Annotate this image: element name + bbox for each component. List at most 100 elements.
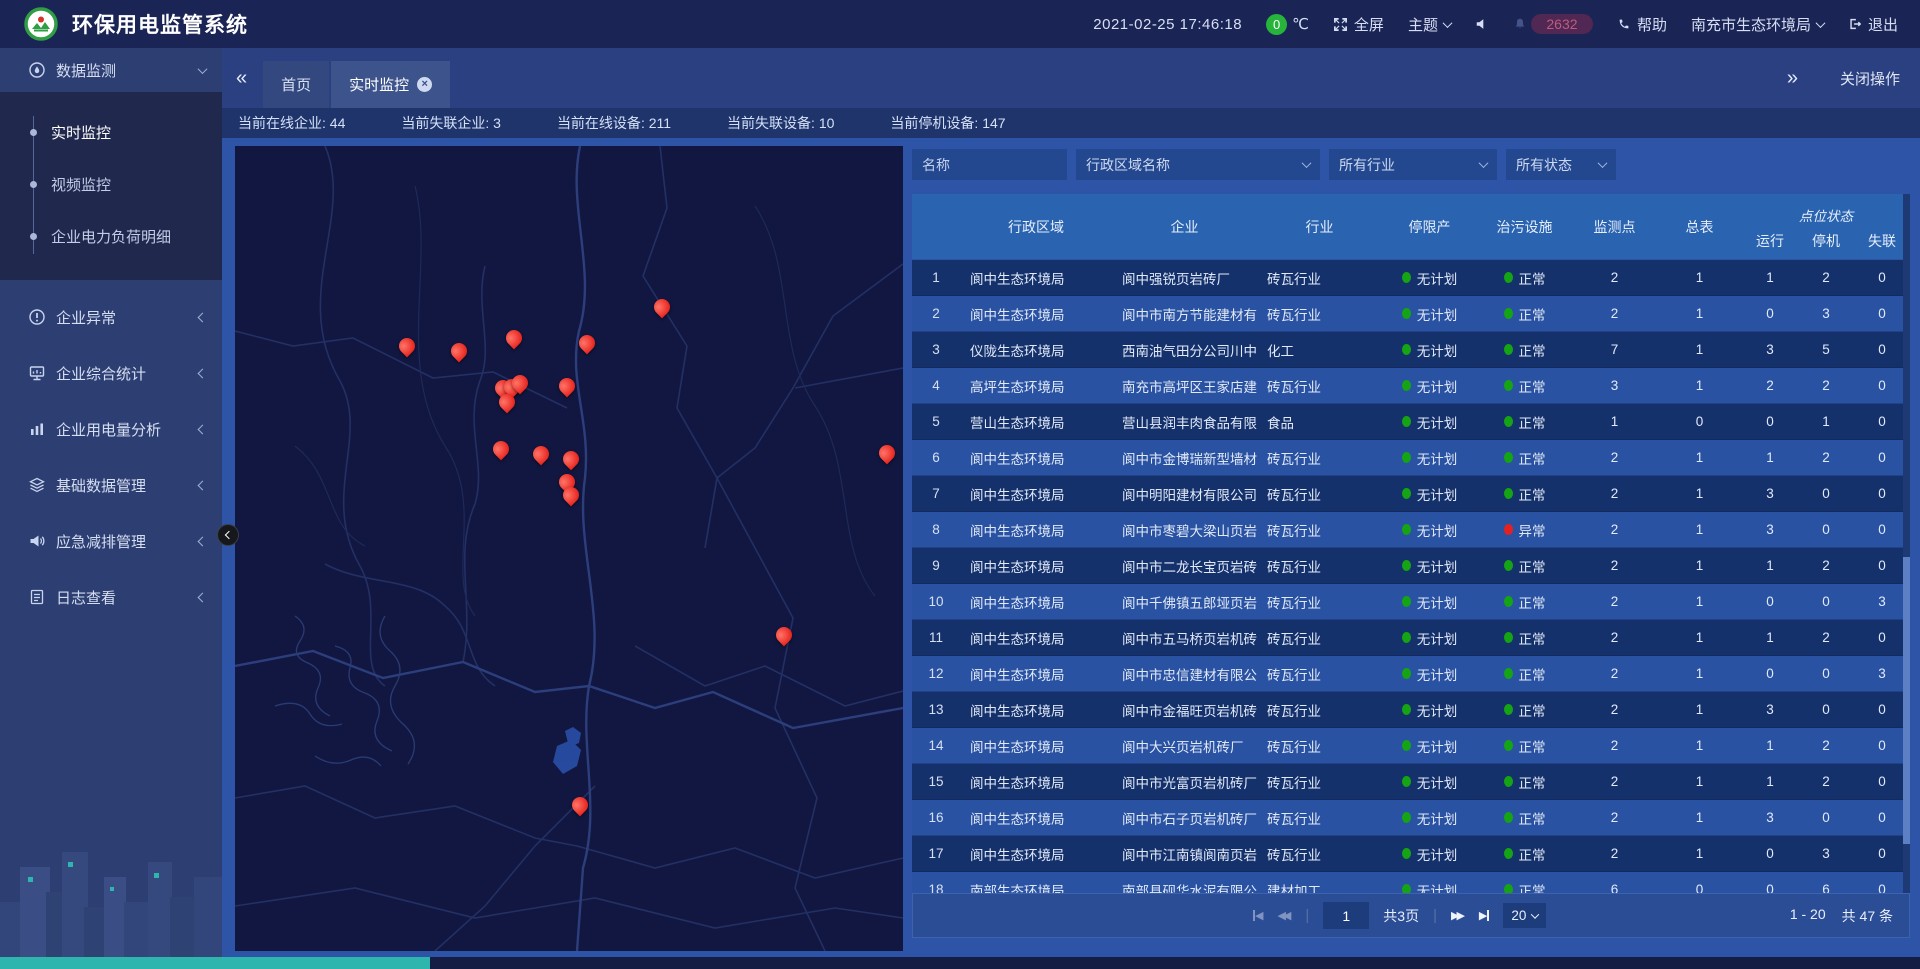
sidebar-group-base-data[interactable]: 基础数据管理 xyxy=(0,457,222,513)
col-run: 运行 xyxy=(1742,227,1798,259)
row-points: 2 xyxy=(1572,620,1657,655)
row-region: 阆中生态环境局 xyxy=(960,476,1112,511)
name-search-input[interactable] xyxy=(912,149,1067,180)
temperature-unit: ℃ xyxy=(1292,15,1309,33)
row-region: 阆中生态环境局 xyxy=(960,548,1112,583)
row-meters: 1 xyxy=(1657,332,1742,367)
first-page-button[interactable]: ◀ xyxy=(1253,909,1263,922)
row-stop: 0 xyxy=(1798,476,1854,511)
table-row[interactable]: 8 阆中生态环境局 阆中市枣碧大梁山页岩 砖瓦行业 无计划 异常 2 1 3 0… xyxy=(912,512,1910,548)
row-plan-status: 无计划 xyxy=(1382,800,1477,835)
table-row[interactable]: 2 阆中生态环境局 阆中市南方节能建材有 砖瓦行业 无计划 正常 2 1 0 3… xyxy=(912,296,1910,332)
row-meters: 1 xyxy=(1657,764,1742,799)
row-plan-status: 无计划 xyxy=(1382,512,1477,547)
row-index: 6 xyxy=(912,440,960,475)
app-logo-icon xyxy=(24,7,58,41)
org-dropdown[interactable]: 南充市生态环境局 xyxy=(1691,14,1824,35)
tabs-scroll-left-button[interactable]: « xyxy=(222,68,263,88)
close-operations-button[interactable]: 关闭操作 xyxy=(1840,68,1900,89)
theme-dropdown[interactable]: 主题 xyxy=(1408,14,1451,35)
row-facility-status: 正常 xyxy=(1477,476,1572,511)
tab-close-icon[interactable]: × xyxy=(417,77,432,92)
table-row[interactable]: 4 高坪生态环境局 南充市高坪区王家店建 砖瓦行业 无计划 正常 3 1 2 2… xyxy=(912,368,1910,404)
status-dot xyxy=(1504,776,1513,787)
row-stop: 0 xyxy=(1798,584,1854,619)
chevron-left-icon xyxy=(225,531,233,539)
tab-realtime-monitor[interactable]: 实时监控 × xyxy=(331,61,450,108)
map-canvas[interactable] xyxy=(235,146,903,951)
table-row[interactable]: 6 阆中生态环境局 阆中市金博瑞新型墙材 砖瓦行业 无计划 正常 2 1 1 2… xyxy=(912,440,1910,476)
logout-button[interactable]: 退出 xyxy=(1848,14,1898,35)
status-dot xyxy=(1402,704,1411,715)
row-run: 1 xyxy=(1742,764,1798,799)
help-button[interactable]: 帮助 xyxy=(1617,14,1667,35)
sidebar-group-enterprise-stats[interactable]: 企业综合统计 xyxy=(0,345,222,401)
temperature-widget: 0 ℃ xyxy=(1266,14,1309,35)
page-size-select[interactable]: 20 xyxy=(1503,903,1546,928)
datetime-label: 2021-02-25 17:46:18 xyxy=(1093,16,1242,33)
sidebar-group-emergency[interactable]: 应急减排管理 xyxy=(0,513,222,569)
table-row[interactable]: 3 仪陇生态环境局 西南油气田分公司川中 化工 无计划 正常 7 1 3 5 0 xyxy=(912,332,1910,368)
scrollbar-thumb[interactable] xyxy=(1903,557,1910,844)
status-dot xyxy=(1504,668,1513,679)
sidebar-group-power-analysis[interactable]: 企业用电量分析 xyxy=(0,401,222,457)
table-row[interactable]: 16 阆中生态环境局 阆中市石子页岩机砖厂 砖瓦行业 无计划 正常 2 1 3 … xyxy=(912,800,1910,836)
table-row[interactable]: 5 营山生态环境局 营山县润丰肉食品有限 食品 无计划 正常 1 0 0 1 0 xyxy=(912,404,1910,440)
layers-icon xyxy=(28,476,46,494)
prev-page-button[interactable]: ◀◀ xyxy=(1277,909,1291,922)
row-index: 5 xyxy=(912,404,960,439)
row-facility-status: 正常 xyxy=(1477,872,1572,893)
stat-item: 当前在线企业44 xyxy=(238,113,345,133)
sidebar-group-data-monitor[interactable]: 数据监测 xyxy=(0,48,222,92)
sidebar-collapse-toggle[interactable] xyxy=(217,524,239,546)
table-scrollbar[interactable] xyxy=(1903,194,1910,893)
region-select[interactable]: 行政区域名称 xyxy=(1076,149,1320,180)
tab-home[interactable]: 首页 xyxy=(263,61,329,108)
status-select[interactable]: 所有状态 xyxy=(1506,149,1616,180)
page-input[interactable] xyxy=(1323,902,1369,929)
tabs-scroll-right-button[interactable]: » xyxy=(1773,68,1814,88)
status-dot xyxy=(1504,632,1513,643)
fullscreen-button[interactable]: 全屏 xyxy=(1333,14,1384,35)
sound-mute-button[interactable] xyxy=(1475,17,1489,31)
row-plan-status: 无计划 xyxy=(1382,692,1477,727)
sidebar-group-label: 基础数据管理 xyxy=(56,475,199,496)
status-dot xyxy=(1402,416,1411,427)
row-facility-status: 正常 xyxy=(1477,260,1572,295)
sidebar-group-logs[interactable]: 日志查看 xyxy=(0,569,222,625)
sidebar-group-enterprise-abnormal[interactable]: 企业异常 xyxy=(0,289,222,345)
next-page-button[interactable]: ▶▶ xyxy=(1451,909,1465,922)
table-row[interactable]: 12 阆中生态环境局 阆中市忠信建材有限公 砖瓦行业 无计划 正常 2 1 0 … xyxy=(912,656,1910,692)
row-run: 3 xyxy=(1742,512,1798,547)
table-row[interactable]: 18 南部生态环境局 南部县砚华水泥有限公 建材加工 无计划 正常 6 0 0 … xyxy=(912,872,1910,893)
table-row[interactable]: 10 阆中生态环境局 阆中千佛镇五郎垭页岩 砖瓦行业 无计划 正常 2 1 0 … xyxy=(912,584,1910,620)
industry-select[interactable]: 所有行业 xyxy=(1329,149,1497,180)
notification-button[interactable]: 2632 xyxy=(1513,14,1593,34)
table-row[interactable]: 7 阆中生态环境局 阆中明阳建材有限公司 砖瓦行业 无计划 正常 2 1 3 0… xyxy=(912,476,1910,512)
table-row[interactable]: 9 阆中生态环境局 阆中市二龙长宝页岩砖 砖瓦行业 无计划 正常 2 1 1 2… xyxy=(912,548,1910,584)
row-lost: 0 xyxy=(1854,836,1910,871)
status-dot xyxy=(1402,380,1411,391)
col-stop: 停机 xyxy=(1798,227,1854,259)
table-row[interactable]: 11 阆中生态环境局 阆中市五马桥页岩机砖 砖瓦行业 无计划 正常 2 1 1 … xyxy=(912,620,1910,656)
tab-label: 实时监控 xyxy=(349,74,409,95)
table-row[interactable]: 13 阆中生态环境局 阆中市金福旺页岩机砖 砖瓦行业 无计划 正常 2 1 3 … xyxy=(912,692,1910,728)
table-row[interactable]: 17 阆中生态环境局 阆中市江南镇阆南页岩 砖瓦行业 无计划 正常 2 1 0 … xyxy=(912,836,1910,872)
table-row[interactable]: 14 阆中生态环境局 阆中大兴页岩机砖厂 砖瓦行业 无计划 正常 2 1 1 2… xyxy=(912,728,1910,764)
last-page-button[interactable]: ▶ xyxy=(1479,909,1489,922)
table-row[interactable]: 15 阆中生态环境局 阆中市光富页岩机砖厂 砖瓦行业 无计划 正常 2 1 1 … xyxy=(912,764,1910,800)
row-stop: 0 xyxy=(1798,800,1854,835)
sidebar-item-power-load-detail[interactable]: 企业电力负荷明细 xyxy=(0,210,222,262)
row-plan-status: 无计划 xyxy=(1382,656,1477,691)
row-facility-status: 正常 xyxy=(1477,836,1572,871)
table-row[interactable]: 1 阆中生态环境局 阆中强锐页岩砖厂 砖瓦行业 无计划 正常 2 1 1 2 0 xyxy=(912,260,1910,296)
row-points: 2 xyxy=(1572,764,1657,799)
row-index: 2 xyxy=(912,296,960,331)
row-index: 11 xyxy=(912,620,960,655)
sidebar-item-realtime-monitor[interactable]: 实时监控 xyxy=(0,106,222,158)
status-dot xyxy=(1504,524,1513,535)
row-meters: 1 xyxy=(1657,800,1742,835)
row-stop: 0 xyxy=(1798,692,1854,727)
sidebar-item-video-monitor[interactable]: 视频监控 xyxy=(0,158,222,210)
row-industry: 砖瓦行业 xyxy=(1257,584,1382,619)
